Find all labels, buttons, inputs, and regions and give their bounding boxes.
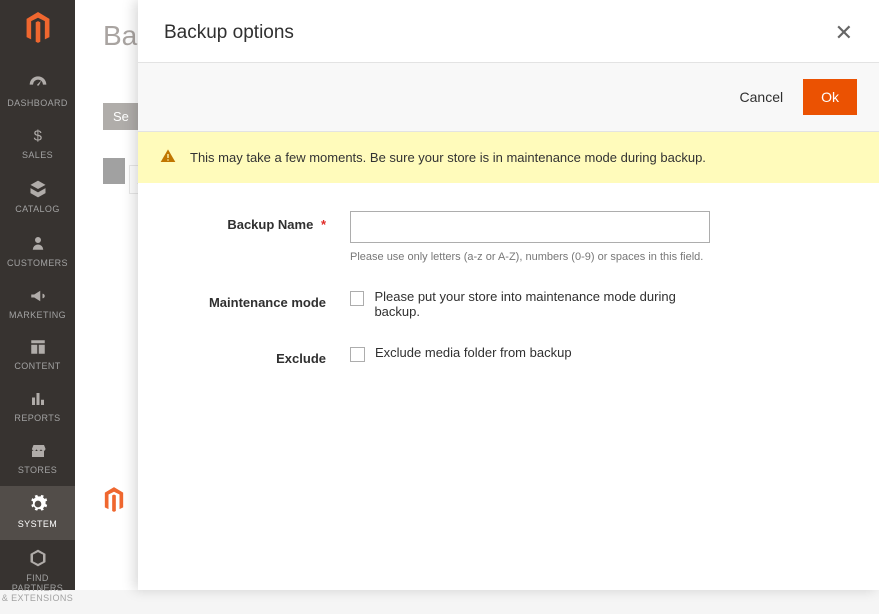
- sidebar-item-content[interactable]: CONTENT: [0, 330, 75, 382]
- sidebar-item-marketing[interactable]: MARKETING: [0, 279, 75, 331]
- system-icon: [28, 494, 48, 516]
- sidebar-item-customers[interactable]: CUSTOMERS: [0, 225, 75, 279]
- dashboard-icon: [28, 73, 48, 95]
- sidebar-item-system[interactable]: SYSTEM: [0, 486, 75, 540]
- sidebar-item-label: SYSTEM: [18, 520, 57, 530]
- warning-text: This may take a few moments. Be sure you…: [190, 150, 706, 165]
- modal-title: Backup options: [164, 22, 294, 44]
- sidebar-item-sales[interactable]: $ SALES: [0, 119, 75, 171]
- required-mark: *: [321, 217, 326, 232]
- sidebar-item-label: CUSTOMERS: [7, 259, 68, 269]
- maintenance-mode-row: Maintenance mode Please put your store i…: [164, 289, 853, 319]
- exclude-row: Exclude Exclude media folder from backup: [164, 345, 853, 366]
- maintenance-mode-label: Maintenance mode: [164, 289, 350, 319]
- sidebar-item-catalog[interactable]: CATALOG: [0, 171, 75, 225]
- backup-options-modal: Backup options ✕ Cancel Ok This may take…: [138, 0, 879, 590]
- partners-icon: [28, 548, 48, 570]
- modal-header: Backup options ✕: [138, 0, 879, 63]
- sidebar-item-label: SALES: [22, 151, 53, 161]
- exclude-label: Exclude: [164, 345, 350, 366]
- sidebar-item-stores[interactable]: STORES: [0, 434, 75, 486]
- backup-name-label: Backup Name *: [164, 211, 350, 263]
- exclude-media-checkbox-label: Exclude media folder from backup: [375, 345, 572, 360]
- sidebar-item-label: CATALOG: [15, 205, 59, 215]
- customers-icon: [29, 233, 47, 255]
- close-icon[interactable]: ✕: [835, 22, 853, 44]
- stores-icon: [28, 442, 48, 462]
- sidebar-item-label: CONTENT: [14, 362, 60, 372]
- modal-actions: Cancel Ok: [138, 63, 879, 132]
- sidebar-item-label: STORES: [18, 466, 57, 476]
- maintenance-mode-checkbox[interactable]: [350, 291, 364, 306]
- backup-options-form: Backup Name * Please use only letters (a…: [138, 183, 879, 418]
- backup-name-row: Backup Name * Please use only letters (a…: [164, 211, 853, 263]
- warning-icon: [160, 148, 176, 167]
- content-icon: [29, 338, 47, 358]
- cancel-button[interactable]: Cancel: [740, 89, 784, 105]
- sidebar-item-dashboard[interactable]: DASHBOARD: [0, 65, 75, 119]
- sidebar-item-label: FIND PARTNERS & EXTENSIONS: [0, 574, 75, 604]
- exclude-media-checkbox[interactable]: [350, 347, 365, 362]
- magento-logo-icon: [24, 12, 52, 47]
- reports-icon: [29, 390, 47, 410]
- backup-name-hint: Please use only letters (a-z or A-Z), nu…: [350, 251, 710, 263]
- svg-text:$: $: [33, 127, 42, 144]
- ok-button[interactable]: Ok: [803, 79, 857, 115]
- marketing-icon: [28, 287, 48, 307]
- maintenance-mode-checkbox-label: Please put your store into maintenance m…: [374, 289, 710, 319]
- sidebar-item-partners[interactable]: FIND PARTNERS & EXTENSIONS: [0, 540, 75, 614]
- sidebar-item-label: REPORTS: [14, 414, 60, 424]
- backup-name-input[interactable]: [350, 211, 710, 243]
- magento-footer-logo-icon: [103, 487, 125, 516]
- sales-icon: $: [29, 127, 47, 147]
- sidebar-item-label: MARKETING: [9, 311, 66, 321]
- sidebar-item-label: DASHBOARD: [7, 99, 68, 109]
- warning-banner: This may take a few moments. Be sure you…: [138, 132, 879, 183]
- sidebar-item-reports[interactable]: REPORTS: [0, 382, 75, 434]
- admin-sidebar: DASHBOARD $ SALES CATALOG CUSTOMERS MARK…: [0, 0, 75, 590]
- catalog-icon: [28, 179, 48, 201]
